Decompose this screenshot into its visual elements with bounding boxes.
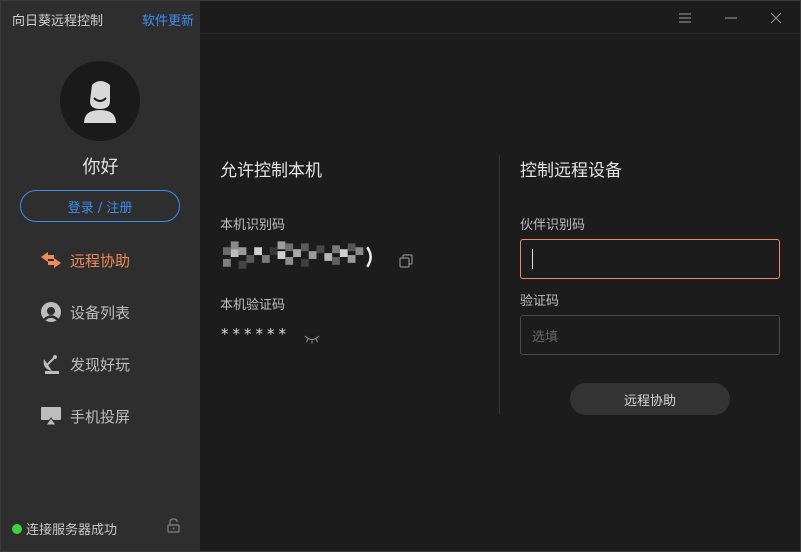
device-list-icon <box>39 300 63 324</box>
app-window: 向日葵远程控制 软件更新 你好 登录 / 注册 远程协助 设备列表 发现好玩 手… <box>0 0 801 552</box>
sidebar-item-label: 设备列表 <box>70 303 131 322</box>
lock-icon[interactable] <box>167 518 180 537</box>
sidebar-item-discover[interactable]: 发现好玩 <box>39 351 130 377</box>
sidebar-item-label: 远程协助 <box>70 251 131 270</box>
close-button[interactable] <box>767 9 785 27</box>
sidebar: 向日葵远程控制 软件更新 你好 登录 / 注册 远程协助 设备列表 发现好玩 手… <box>1 1 200 551</box>
device-id-label: 本机识别码 <box>220 218 286 233</box>
remote-assist-icon <box>39 248 63 272</box>
minimize-icon <box>725 17 737 19</box>
partner-id-label: 伙伴识别码 <box>520 218 586 233</box>
title-bar <box>200 1 800 34</box>
avatar[interactable] <box>60 61 140 141</box>
menu-button[interactable] <box>676 9 694 27</box>
sidebar-item-label: 发现好玩 <box>70 355 131 374</box>
verification-code-value: ****** <box>221 325 290 343</box>
copy-icon[interactable] <box>399 253 413 272</box>
verification-code-label: 本机验证码 <box>220 298 286 313</box>
partner-id-input[interactable] <box>520 239 780 279</box>
software-update-link[interactable]: 软件更新 <box>142 10 194 29</box>
greeting-text: 你好 <box>82 157 119 178</box>
text-caret <box>532 249 533 269</box>
eye-closed-icon[interactable] <box>304 329 320 348</box>
close-icon <box>770 12 782 24</box>
menu-icon <box>679 13 691 23</box>
app-title: 向日葵远程控制 <box>12 14 104 29</box>
connection-status: 连接服务器成功 <box>12 519 117 538</box>
login-register-button[interactable]: 登录 / 注册 <box>20 190 180 222</box>
verify-code-label: 验证码 <box>520 294 560 309</box>
discover-icon <box>39 352 63 376</box>
sidebar-item-device-list[interactable]: 设备列表 <box>39 299 130 325</box>
device-id-value-masked[interactable] <box>223 241 375 273</box>
remote-assist-button[interactable]: 远程协助 <box>570 383 730 415</box>
minimize-button[interactable] <box>722 9 740 27</box>
sidebar-item-remote-assist[interactable]: 远程协助 <box>39 247 130 273</box>
verify-code-placeholder: 选填 <box>532 329 559 345</box>
sidebar-item-screen-cast[interactable]: 手机投屏 <box>39 403 130 429</box>
panel-divider <box>499 155 500 414</box>
allow-control-title: 允许控制本机 <box>220 161 322 181</box>
user-avatar-icon <box>84 81 116 123</box>
status-indicator-dot <box>12 523 22 534</box>
screen-cast-icon <box>39 404 63 428</box>
verify-code-input[interactable]: 选填 <box>520 315 780 355</box>
sidebar-item-label: 手机投屏 <box>70 407 131 426</box>
status-text: 连接服务器成功 <box>26 523 118 538</box>
control-remote-title: 控制远程设备 <box>520 161 622 181</box>
